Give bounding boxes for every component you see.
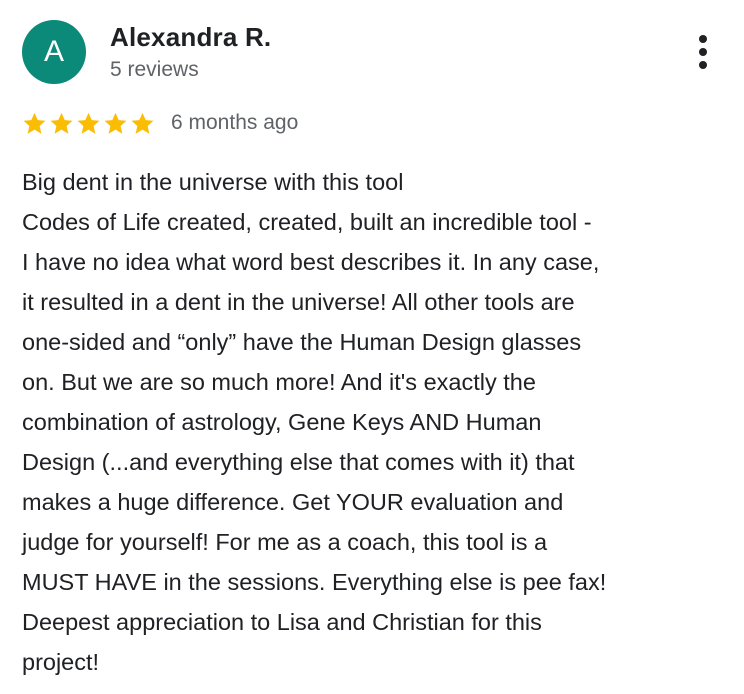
menu-dot <box>699 48 707 56</box>
review-text-line: project! <box>22 649 100 675</box>
more-options-button[interactable] <box>686 30 720 74</box>
menu-dot <box>699 61 707 69</box>
review-time: 6 months ago <box>171 111 299 134</box>
review-text-line: I have no idea what word best describes … <box>22 249 600 275</box>
review-text-line: MUST HAVE in the sessions. Everything el… <box>22 569 607 595</box>
review-text-line: Design (...and everything else that come… <box>22 449 575 475</box>
review-text-line: makes a huge difference. Get YOUR evalua… <box>22 489 564 515</box>
star-icon <box>77 112 100 134</box>
star-icon <box>50 112 73 134</box>
avatar[interactable]: A <box>22 20 86 84</box>
review-card: A Alexandra R. 5 reviews 6 months ago Bi… <box>0 0 744 694</box>
review-text-line: judge for yourself! For me as a coach, t… <box>22 529 548 555</box>
menu-dot <box>699 35 707 43</box>
rating-row: 6 months ago <box>22 108 298 138</box>
review-text-line: on. But we are so much more! And it's ex… <box>22 369 536 395</box>
author-name[interactable]: Alexandra R. <box>110 22 271 53</box>
review-text: Big dent in the universe with this tool C… <box>22 162 727 682</box>
review-text-line: it resulted in a dent in the universe! A… <box>22 289 575 315</box>
star-icon <box>23 112 46 134</box>
star-icon <box>131 112 154 134</box>
star-icon <box>104 112 127 134</box>
star-rating <box>22 111 155 136</box>
review-text-line: Deepest appreciation to Lisa and Christi… <box>22 609 542 635</box>
review-text-line: Big dent in the universe with this tool <box>22 169 404 195</box>
review-text-line: Codes of Life created, created, built an… <box>22 209 592 235</box>
author-review-count[interactable]: 5 reviews <box>110 58 199 82</box>
review-text-line: one-sided and “only” have the Human Desi… <box>22 329 582 355</box>
review-text-line: combination of astrology, Gene Keys AND … <box>22 409 542 435</box>
